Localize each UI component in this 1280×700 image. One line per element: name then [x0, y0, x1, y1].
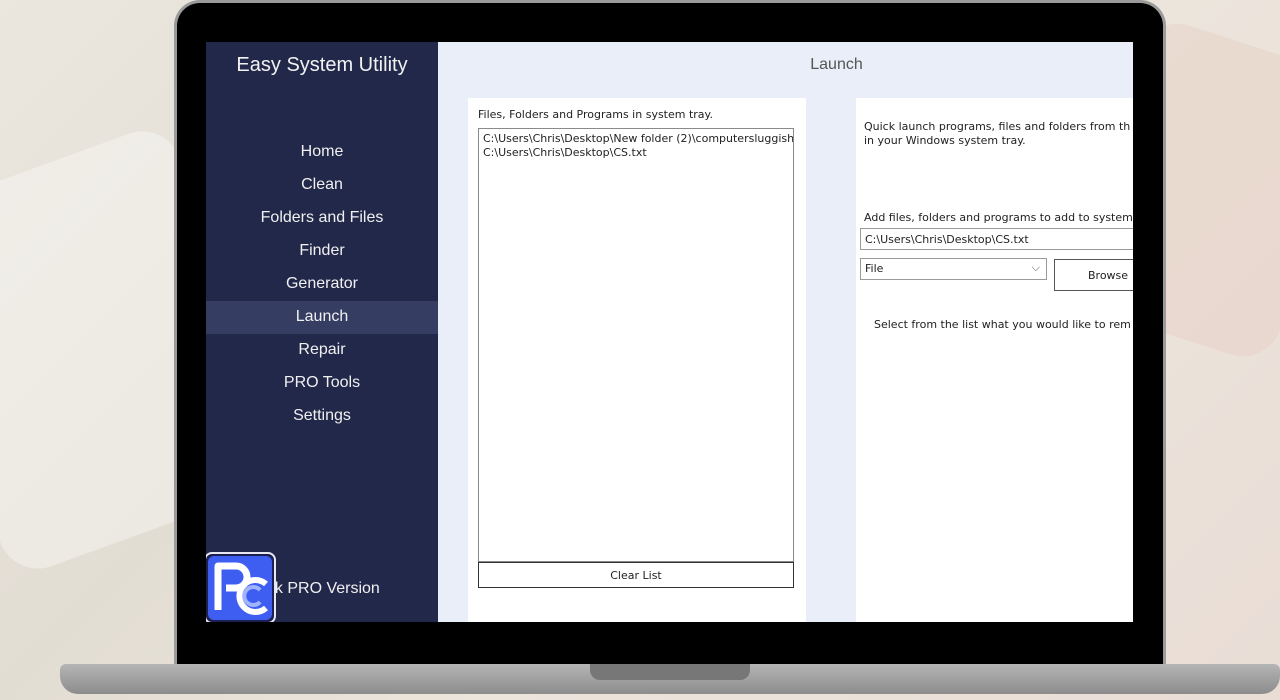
type-select[interactable]: File ⌵ [860, 258, 1047, 280]
sidebar-item-finder[interactable]: Finder [206, 235, 438, 268]
remove-instruction: Select from the list what you would like… [874, 318, 1131, 331]
sidebar-nav: Home Clean Folders and Files Finder Gene… [206, 136, 438, 433]
add-items-panel: Quick launch programs, files and folders… [856, 98, 1133, 622]
laptop-notch [590, 664, 750, 680]
sidebar: Easy System Utility Home Clean Folders a… [206, 42, 438, 622]
pc-logo-icon [208, 556, 272, 620]
launch-description: Quick launch programs, files and folders… [864, 120, 1133, 148]
type-select-value: File [865, 262, 884, 275]
description-line: Quick launch programs, files and folders… [864, 120, 1131, 133]
sidebar-item-pro-tools[interactable]: PRO Tools [206, 367, 438, 400]
tray-items-list[interactable]: C:\Users\Chris\Desktop\New folder (2)\co… [478, 128, 794, 562]
list-item[interactable]: C:\Users\Chris\Desktop\New folder (2)\co… [483, 132, 793, 146]
unlock-pro-link[interactable]: ock PRO Version [258, 580, 380, 598]
sidebar-item-folders-and-files[interactable]: Folders and Files [206, 202, 438, 235]
path-input[interactable] [860, 228, 1133, 250]
tray-items-panel: Files, Folders and Programs in system tr… [468, 98, 806, 622]
app-title: Easy System Utility [236, 54, 408, 76]
sidebar-item-clean[interactable]: Clean [206, 169, 438, 202]
sidebar-item-generator[interactable]: Generator [206, 268, 438, 301]
sidebar-item-repair[interactable]: Repair [206, 334, 438, 367]
sidebar-item-home[interactable]: Home [206, 136, 438, 169]
page-title: Launch [810, 56, 863, 73]
sidebar-item-settings[interactable]: Settings [206, 400, 438, 433]
tray-items-label: Files, Folders and Programs in system tr… [478, 108, 713, 121]
add-items-label: Add files, folders and programs to add t… [864, 211, 1133, 224]
description-line: in your Windows system tray. [864, 134, 1026, 147]
sidebar-item-launch[interactable]: Launch [206, 301, 438, 334]
clear-list-button[interactable]: Clear List [478, 562, 794, 588]
browse-button[interactable]: Browse [1054, 259, 1133, 291]
chevron-down-icon: ⌵ [1031, 261, 1040, 274]
app-window: Easy System Utility Home Clean Folders a… [206, 42, 1133, 622]
brand-logo-icon [206, 552, 276, 622]
list-item[interactable]: C:\Users\Chris\Desktop\CS.txt [483, 146, 789, 160]
